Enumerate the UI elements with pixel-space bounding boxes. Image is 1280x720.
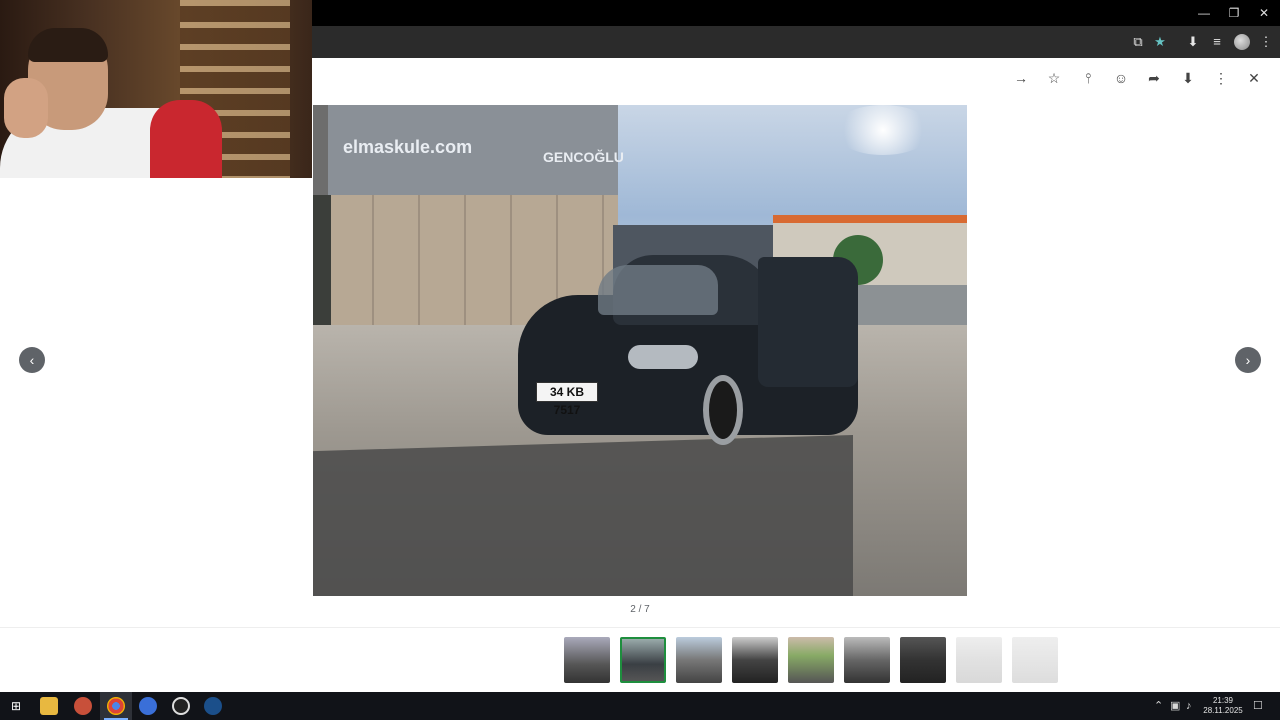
clock-time: 21:39: [1212, 696, 1234, 705]
emoji-icon[interactable]: ☺: [1113, 70, 1129, 86]
pin-icon[interactable]: ⫯: [1080, 70, 1096, 86]
webcam-person-sleeve: [150, 100, 222, 178]
webcam-overlay: [0, 0, 312, 178]
bookmark-star-icon[interactable]: ★: [1152, 34, 1168, 50]
main-photo: elmaskule.com GENCOĞLU 34 KB 7517: [313, 105, 967, 596]
thumbnail-8[interactable]: [956, 637, 1002, 683]
download-icon[interactable]: ⬇: [1180, 70, 1196, 86]
obs-icon[interactable]: [172, 697, 190, 715]
app-blue-icon[interactable]: [139, 697, 157, 715]
close-icon[interactable]: ✕: [1246, 70, 1262, 86]
thumbnail-6[interactable]: [844, 637, 890, 683]
notifications-icon[interactable]: ☐: [1253, 698, 1263, 714]
photo-wall-edge: [313, 195, 331, 345]
screen: — ❐ ✕ ⧉ ★ ⬇ ≡ ⋮ → ☆ ⫯ ☺ ➦ ⬇ ⋮ ✕ elmaskul…: [0, 0, 1280, 720]
menu-kebab-icon[interactable]: ⋮: [1258, 34, 1274, 50]
thumbnail-2[interactable]: [620, 637, 666, 683]
license-plate: 34 KB 7517: [536, 382, 598, 417]
minimize-icon[interactable]: —: [1196, 5, 1212, 21]
chrome-icon[interactable]: [107, 697, 125, 715]
volume-icon[interactable]: ♪: [1186, 698, 1192, 714]
car-open-door: [758, 257, 858, 387]
next-photo-button[interactable]: ›: [1235, 347, 1261, 373]
tray-chevron-icon[interactable]: ⌃: [1154, 698, 1163, 714]
download-icon[interactable]: ⬇: [1185, 34, 1201, 50]
app-icon[interactable]: [74, 697, 92, 715]
restore-icon[interactable]: ❐: [1226, 5, 1242, 21]
car-windshield: [598, 265, 718, 315]
network-icon[interactable]: ▣: [1170, 698, 1180, 714]
close-icon[interactable]: ✕: [1256, 5, 1272, 21]
open-in-app-icon[interactable]: ⧉: [1130, 34, 1146, 50]
file-explorer-icon[interactable]: [40, 697, 58, 715]
webcam-person-hand: [4, 78, 48, 138]
car-headlight: [628, 345, 698, 369]
webcam-person-hair: [28, 28, 108, 62]
profile-avatar[interactable]: [1234, 34, 1250, 50]
photo-shadow: [313, 435, 853, 596]
thumbnail-1[interactable]: [564, 637, 610, 683]
more-icon[interactable]: ⋮: [1213, 70, 1229, 86]
car-wheel: [703, 375, 743, 445]
thumbnail-4[interactable]: [732, 637, 778, 683]
previous-photo-button[interactable]: ‹: [19, 347, 45, 373]
thumbnail-9[interactable]: [1012, 637, 1058, 683]
billboard-brand: GENCOĞLU: [543, 149, 624, 165]
photo-counter: 2 / 7: [630, 604, 650, 615]
steam-icon[interactable]: [204, 697, 222, 715]
thumbnail-7[interactable]: [900, 637, 946, 683]
forward-icon[interactable]: →: [1013, 70, 1029, 86]
clock-date: 28.11.2025: [1203, 706, 1243, 715]
taskbar-clock[interactable]: 21:39 28.11.2025: [1200, 696, 1246, 716]
billboard-text: elmaskule.com: [343, 137, 473, 157]
thumbnail-3[interactable]: [676, 637, 722, 683]
share-icon[interactable]: ➦: [1146, 70, 1162, 86]
thumbnail-5[interactable]: [788, 637, 834, 683]
photo-fence: [853, 285, 967, 325]
star-icon[interactable]: ☆: [1046, 70, 1062, 86]
taskbar: [0, 692, 1280, 720]
photo-sun: [833, 105, 933, 155]
start-icon[interactable]: ⊞: [7, 697, 25, 715]
reading-list-icon[interactable]: ≡: [1209, 34, 1225, 50]
